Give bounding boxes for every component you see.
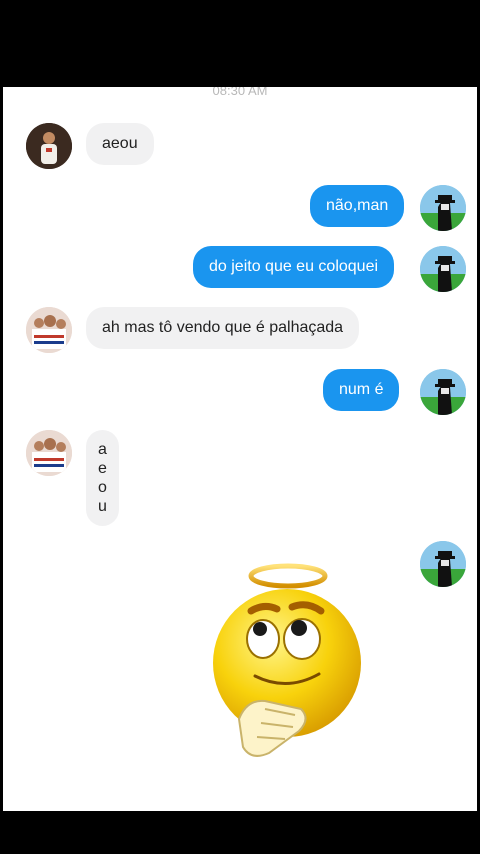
timestamp: 08:30 AM	[212, 87, 268, 98]
message-incoming[interactable]: ah mas tô vendo que é palhaçada	[86, 307, 360, 349]
sender-avatar[interactable]	[26, 430, 72, 476]
message-letter: o	[98, 479, 107, 496]
sender-avatar[interactable]	[26, 307, 72, 353]
user-avatar[interactable]	[420, 246, 466, 292]
message-incoming[interactable]: a e o u	[86, 430, 119, 526]
message-letter: u	[98, 498, 107, 515]
chat-screen: 08:30 AM aeou não,man do jeito que eu co…	[3, 87, 477, 811]
message-letter: e	[98, 460, 107, 477]
message-outgoing[interactable]: num é	[323, 369, 400, 411]
message-incoming[interactable]: aeou	[86, 123, 154, 165]
message-outgoing[interactable]: não,man	[310, 185, 405, 227]
user-avatar[interactable]	[420, 541, 466, 587]
message-outgoing[interactable]: do jeito que eu coloquei	[193, 246, 395, 288]
angel-emoji-sticker-icon[interactable]	[199, 559, 374, 769]
user-avatar[interactable]	[420, 185, 466, 231]
user-avatar[interactable]	[420, 369, 466, 415]
sender-avatar[interactable]	[26, 123, 72, 169]
message-letter: a	[98, 441, 107, 458]
